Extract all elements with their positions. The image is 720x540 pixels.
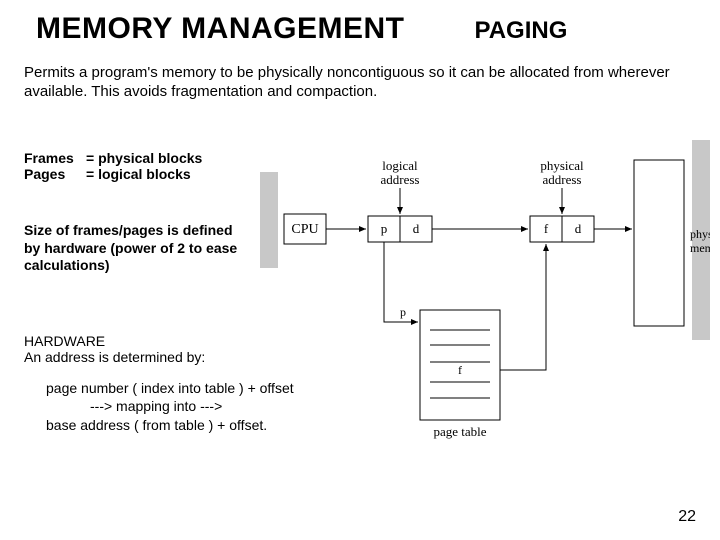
logical-p: p	[381, 221, 388, 236]
p-path-label: p	[400, 305, 406, 319]
definitions-block: Frames = physical blocks Pages = logical…	[24, 150, 244, 182]
phys-mem-label-1: physical	[690, 227, 710, 241]
phys-mem-label-2: memory	[690, 241, 710, 255]
logical-addr-label-1: logicaladdress	[381, 158, 420, 187]
slide-number: 22	[678, 508, 696, 526]
paging-diagram: CPU p d logicaladdress f d physicaladdre…	[260, 130, 710, 470]
pages-term: Pages	[24, 166, 86, 182]
frames-term: Frames	[24, 150, 86, 166]
size-note-text: Size of frames/pages is defined by hardw…	[24, 222, 244, 275]
physical-addr-label: physicaladdress	[540, 158, 584, 187]
description-text: Permits a program's memory to be physica…	[0, 54, 720, 102]
page-table-label: page table	[433, 424, 486, 439]
page-title: MEMORY MANAGEMENT	[36, 12, 405, 46]
hardware-subheading: An address is determined by:	[24, 349, 244, 365]
pagetable-f-entry: f	[458, 363, 462, 377]
page-subtitle: PAGING	[475, 17, 568, 45]
cpu-label: CPU	[291, 222, 318, 237]
pages-def: = logical blocks	[86, 166, 191, 182]
frames-def: = physical blocks	[86, 150, 202, 166]
physical-f: f	[544, 221, 549, 236]
physical-d: d	[575, 221, 582, 236]
logical-d: d	[413, 221, 420, 236]
hardware-heading: HARDWARE	[24, 333, 244, 349]
